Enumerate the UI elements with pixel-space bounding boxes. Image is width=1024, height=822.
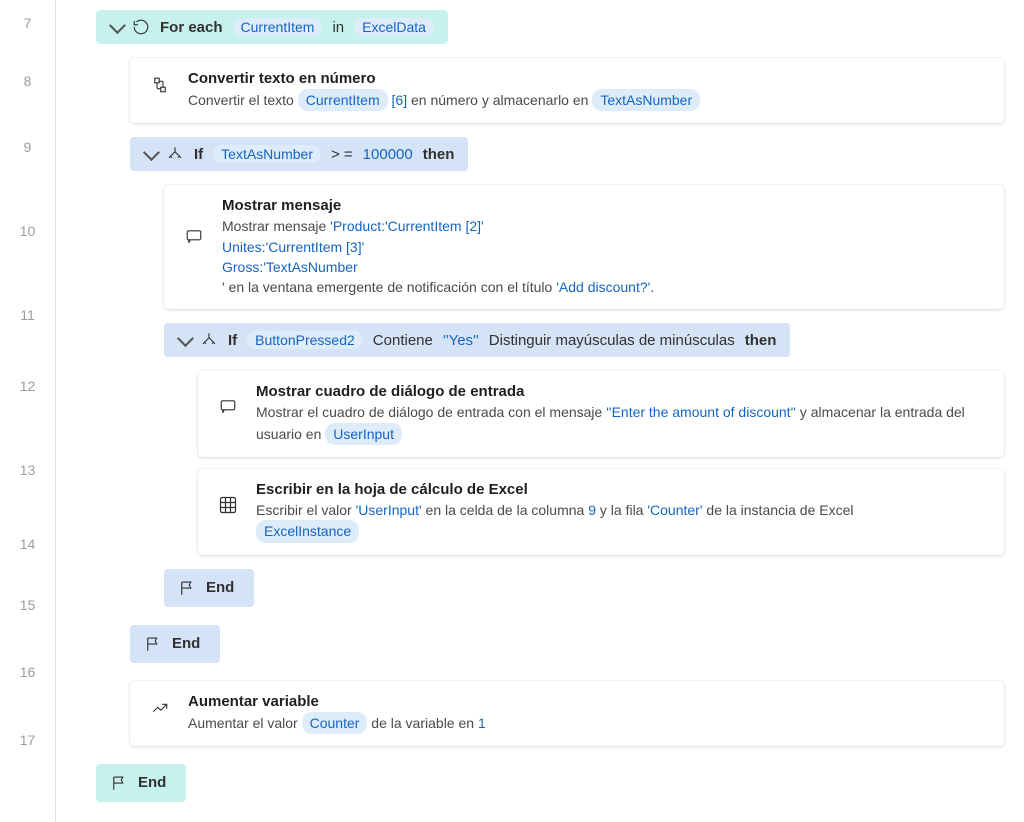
convert-desc: Convertir el texto CurrentItem [6] en nú… xyxy=(188,89,988,111)
convert-text-card[interactable]: Convertir texto en número Convertir el t… xyxy=(130,58,1004,123)
input-dialog-desc: Mostrar el cuadro de diálogo de entrada … xyxy=(256,402,988,445)
line-13: 13 xyxy=(0,426,55,514)
if-var: TextAsNumber xyxy=(213,145,321,163)
line-15: 15 xyxy=(0,574,55,636)
line-8: 8 xyxy=(0,46,55,116)
excel-write-card[interactable]: Escribir en la hoja de cálculo de Excel … xyxy=(198,469,1004,555)
if-buttonpressed-block[interactable]: If ButtonPressed2 Contiene ''Yes'' Disti… xyxy=(164,323,790,357)
if-val: 100000 xyxy=(363,146,413,163)
excel-write-title: Escribir en la hoja de cálculo de Excel xyxy=(256,481,988,498)
if2-op: Contiene xyxy=(373,332,433,349)
increment-icon xyxy=(151,699,169,717)
convert-icon xyxy=(151,76,169,94)
excel-icon xyxy=(218,495,238,515)
end-if2-label: End xyxy=(206,579,234,596)
foreach-src: ExcelData xyxy=(354,18,434,36)
line-17: 17 xyxy=(0,708,55,772)
increment-title: Aumentar variable xyxy=(188,693,988,710)
branch-icon xyxy=(166,145,184,163)
if-op: > = xyxy=(331,146,353,163)
line-number-gutter: 7 8 9 10 11 12 13 14 15 16 17 xyxy=(0,0,56,822)
if2-rest: Distinguir mayúsculas de minúsculas xyxy=(489,332,735,349)
show-message-desc: Mostrar mensaje 'Product:'CurrentItem [2… xyxy=(222,216,988,297)
flag-icon xyxy=(144,635,162,653)
dialog-icon xyxy=(219,397,237,415)
collapse-icon[interactable] xyxy=(143,144,160,161)
branch-icon xyxy=(200,331,218,349)
collapse-icon[interactable] xyxy=(177,331,194,348)
end-if2-block[interactable]: End xyxy=(164,569,254,607)
excel-write-desc: Escribir el valor 'UserInput' en la celd… xyxy=(256,500,988,543)
if2-keyword: If xyxy=(228,332,237,349)
show-message-card[interactable]: Mostrar mensaje Mostrar mensaje 'Product… xyxy=(164,185,1004,309)
foreach-block[interactable]: For each CurrentItem in ExcelData xyxy=(96,10,448,44)
line-12: 12 xyxy=(0,346,55,426)
foreach-var: CurrentItem xyxy=(233,18,323,36)
convert-title: Convertir texto en número xyxy=(188,70,988,87)
if2-var: ButtonPressed2 xyxy=(247,331,363,349)
show-message-title: Mostrar mensaje xyxy=(222,197,988,214)
flag-icon xyxy=(178,579,196,597)
end-foreach-label: End xyxy=(138,774,166,791)
line-9: 9 xyxy=(0,116,55,178)
loop-icon xyxy=(132,18,150,36)
end-foreach-block[interactable]: End xyxy=(96,764,186,802)
foreach-keyword: For each xyxy=(160,19,223,36)
end-if1-block[interactable]: End xyxy=(130,625,220,663)
increment-desc: Aumentar el valor Counter de la variable… xyxy=(188,712,988,734)
if-keyword: If xyxy=(194,146,203,163)
line-10: 10 xyxy=(0,178,55,284)
if2-then: then xyxy=(745,332,777,349)
message-icon xyxy=(185,227,203,245)
increment-var-card[interactable]: Aumentar variable Aumentar el valor Coun… xyxy=(130,681,1004,746)
flag-icon xyxy=(110,774,128,792)
input-dialog-card[interactable]: Mostrar cuadro de diálogo de entrada Mos… xyxy=(198,371,1004,457)
line-11: 11 xyxy=(0,284,55,346)
line-7: 7 xyxy=(0,0,55,46)
end-if1-label: End xyxy=(172,635,200,652)
collapse-icon[interactable] xyxy=(109,17,126,34)
input-dialog-title: Mostrar cuadro de diálogo de entrada xyxy=(256,383,988,400)
foreach-in: in xyxy=(332,19,344,36)
if-then: then xyxy=(423,146,455,163)
line-14: 14 xyxy=(0,514,55,574)
flow-canvas[interactable]: For each CurrentItem in ExcelData Conver… xyxy=(56,0,1024,822)
if-textasnumber-block[interactable]: If TextAsNumber > = 100000 then xyxy=(130,137,468,171)
line-16: 16 xyxy=(0,636,55,708)
if2-val: ''Yes'' xyxy=(443,332,479,349)
